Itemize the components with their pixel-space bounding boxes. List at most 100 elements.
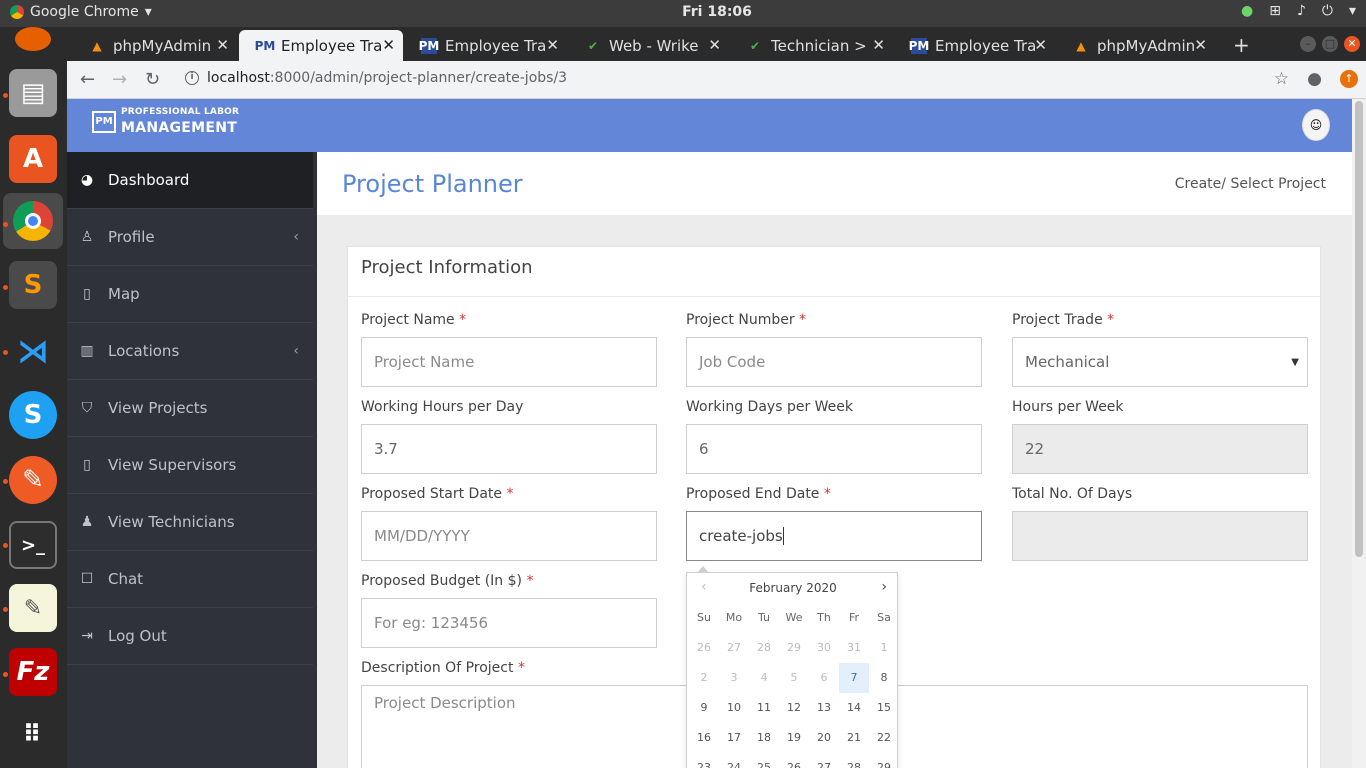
datepicker-month-label[interactable]: February 2020 <box>687 581 899 595</box>
day-cell[interactable]: 17 <box>719 723 749 753</box>
day-cell[interactable]: 20 <box>809 723 839 753</box>
day-cell[interactable]: 5 <box>779 663 809 693</box>
browser-tab[interactable]: ▲ phpMyAdmin ✕ <box>1055 30 1215 61</box>
address-bar[interactable]: localhost:8000/admin/project-planner/cre… <box>207 70 567 86</box>
text-editor-icon[interactable]: ✎ <box>9 584 57 632</box>
browser-tab[interactable]: PM Employee Trac ✕ <box>403 30 567 61</box>
close-icon[interactable]: ✕ <box>1194 36 1207 54</box>
forward-arrow-icon[interactable]: → <box>112 69 127 90</box>
sidebar-item-view-supervisors[interactable]: ▯ View Supervisors <box>67 437 313 494</box>
browser-tab-active[interactable]: PM Employee Trac ✕ <box>239 30 403 61</box>
day-cell[interactable]: 18 <box>749 723 779 753</box>
avatar[interactable]: ☺ <box>1302 109 1330 141</box>
day-cell[interactable]: 27 <box>809 753 839 768</box>
day-cell[interactable]: 9 <box>689 693 719 723</box>
brand-logo[interactable]: PM PROFESSIONAL LABOR MANAGEMENT <box>67 99 317 152</box>
power-icon[interactable]: ⏻ <box>1322 3 1333 19</box>
next-month-button[interactable]: › <box>881 579 887 595</box>
close-window-button[interactable]: ✕ <box>1344 36 1360 52</box>
terminal-icon[interactable]: >_ <box>9 521 57 569</box>
day-cell[interactable]: 10 <box>719 693 749 723</box>
scrollbar-thumb[interactable] <box>1355 101 1363 557</box>
clock[interactable]: Fri 18:06 <box>0 4 1366 20</box>
day-cell[interactable]: 2 <box>689 663 719 693</box>
skype-icon[interactable]: S <box>9 391 57 439</box>
day-cell-today[interactable]: 7 <box>839 663 869 693</box>
day-cell[interactable]: 28 <box>749 633 779 663</box>
day-cell[interactable]: 25 <box>749 753 779 768</box>
day-cell[interactable]: 22 <box>869 723 899 753</box>
day-cell[interactable]: 8 <box>869 663 899 693</box>
day-cell[interactable]: 16 <box>689 723 719 753</box>
software-center-icon[interactable]: A <box>9 135 57 183</box>
browser-tab[interactable]: ✔ Technician > C ✕ <box>729 30 893 61</box>
day-cell[interactable]: 29 <box>869 753 899 768</box>
sublime-text-icon[interactable]: S <box>9 261 57 309</box>
volume-icon[interactable]: ♪ <box>1297 3 1306 19</box>
close-icon[interactable]: ✕ <box>546 36 559 54</box>
day-cell[interactable]: 1 <box>869 633 899 663</box>
day-cell[interactable]: 27 <box>719 633 749 663</box>
day-cell[interactable]: 11 <box>749 693 779 723</box>
sidebar-item-view-technicians[interactable]: ♟ View Technicians <box>67 494 313 551</box>
day-cell[interactable]: 26 <box>779 753 809 768</box>
project-number-input[interactable]: Job Code <box>686 337 982 387</box>
day-cell[interactable]: 14 <box>839 693 869 723</box>
sidebar-item-locations[interactable]: ▥ Locations ‹ <box>67 323 313 380</box>
chevron-down-icon[interactable]: ▾ <box>1349 3 1356 19</box>
browser-tab[interactable]: ▲ phpMyAdmin ✕ <box>71 30 237 61</box>
day-cell[interactable]: 23 <box>689 753 719 768</box>
day-cell[interactable]: 19 <box>779 723 809 753</box>
shield-check-icon[interactable]: ● <box>1241 3 1253 19</box>
firefox-icon[interactable] <box>15 27 51 51</box>
info-icon[interactable]: i <box>185 71 199 85</box>
day-cell[interactable]: 12 <box>779 693 809 723</box>
browser-tab[interactable]: PM Employee Trac ✕ <box>893 30 1055 61</box>
network-icon[interactable]: ⊞ <box>1269 3 1281 19</box>
day-cell[interactable]: 31 <box>839 633 869 663</box>
day-cell[interactable]: 15 <box>869 693 899 723</box>
apps-grid-icon[interactable]: ⠿ <box>9 710 57 758</box>
day-cell[interactable]: 3 <box>719 663 749 693</box>
day-cell[interactable]: 28 <box>839 753 869 768</box>
day-cell[interactable]: 4 <box>749 663 779 693</box>
profile-icon[interactable]: ● <box>1307 69 1322 89</box>
sidebar-item-view-projects[interactable]: ⛉ View Projects <box>67 380 313 437</box>
sidebar-item-map[interactable]: ▯ Map <box>67 266 313 323</box>
day-cell[interactable]: 29 <box>779 633 809 663</box>
bookmark-star-icon[interactable]: ☆ <box>1274 69 1289 89</box>
maximize-button[interactable]: □ <box>1322 36 1338 52</box>
day-cell[interactable]: 21 <box>839 723 869 753</box>
end-date-input[interactable]: create-jobs <box>686 511 982 561</box>
sidebar-item-profile[interactable]: ♙ Profile ‹ <box>67 209 313 266</box>
day-cell[interactable]: 30 <box>809 633 839 663</box>
day-cell[interactable]: 13 <box>809 693 839 723</box>
postman-icon[interactable]: ✎ <box>9 456 57 504</box>
files-icon[interactable]: ▤ <box>9 69 57 117</box>
browser-tab[interactable]: ✔ Web - Wrike ✕ <box>567 30 729 61</box>
chrome-icon[interactable] <box>3 193 63 249</box>
working-hours-input[interactable]: 3.7 <box>361 424 657 474</box>
back-arrow-icon[interactable]: ← <box>80 69 95 90</box>
system-tray[interactable]: ● ⊞ ♪ ⏻ ▾ <box>1241 3 1356 19</box>
minimize-button[interactable]: – <box>1300 36 1316 52</box>
close-icon[interactable]: ✕ <box>216 36 229 54</box>
reload-icon[interactable]: ↻ <box>145 69 160 90</box>
close-icon[interactable]: ✕ <box>1034 36 1047 54</box>
close-icon[interactable]: ✕ <box>382 36 395 54</box>
vscode-icon[interactable]: ⋊ <box>9 327 57 375</box>
sidebar-item-chat[interactable]: ☐ Chat <box>67 551 313 608</box>
breadcrumb[interactable]: Create/ Select Project <box>1175 176 1326 192</box>
day-cell[interactable]: 24 <box>719 753 749 768</box>
day-cell[interactable]: 26 <box>689 633 719 663</box>
update-icon[interactable]: ↑ <box>1340 70 1358 88</box>
filezilla-icon[interactable]: Fz <box>9 648 57 696</box>
budget-input[interactable]: For eg: 123456 <box>361 598 657 648</box>
project-name-input[interactable]: Project Name <box>361 337 657 387</box>
day-cell[interactable]: 6 <box>809 663 839 693</box>
close-icon[interactable]: ✕ <box>708 36 721 54</box>
project-trade-select[interactable]: Mechanical ▼ <box>1012 337 1308 387</box>
page-scrollbar[interactable] <box>1352 99 1366 768</box>
sidebar-item-log-out[interactable]: ⇥ Log Out <box>67 608 313 665</box>
sidebar-item-dashboard[interactable]: ◕ Dashboard <box>67 152 313 209</box>
